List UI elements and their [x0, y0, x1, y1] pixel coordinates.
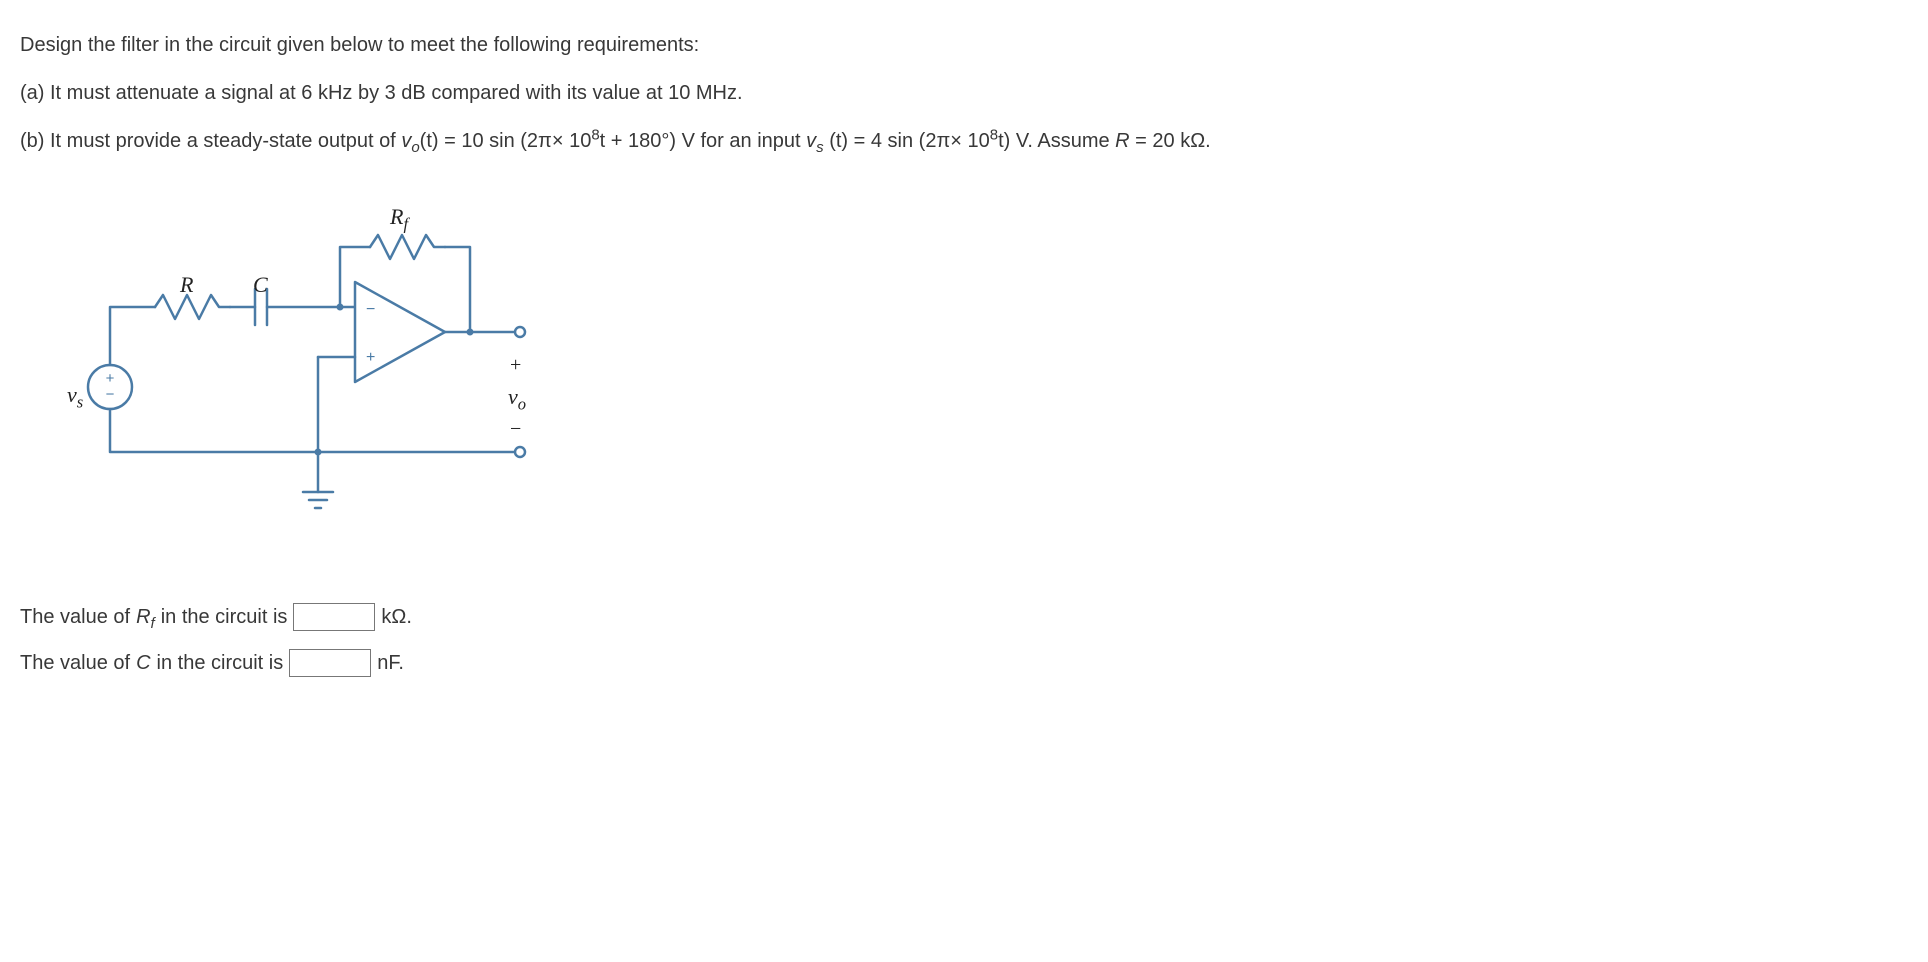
pb-rval: = 20 kΩ.: [1130, 130, 1211, 152]
label-out-plus: +: [510, 350, 521, 380]
c-pre: The value of: [20, 648, 130, 678]
pb-vo-arg: (t) = 10 sin (2π× 10: [420, 130, 592, 152]
part-b-text: (b) It must provide a steady-state outpu…: [20, 126, 1908, 156]
label-vs: vs: [67, 378, 83, 411]
pb-vo-sub: o: [411, 139, 419, 156]
rf-var-sub: f: [151, 615, 155, 632]
svg-text:−: −: [366, 301, 375, 318]
vs-sub: s: [77, 392, 83, 411]
svg-text:+: +: [106, 370, 115, 387]
rf-input[interactable]: [293, 603, 375, 631]
pb-sup1: 8: [591, 126, 599, 143]
pb-vs: v: [806, 130, 816, 152]
pb-vs-arg: (t) = 4 sin (2π× 10: [824, 130, 990, 152]
rf-var: Rf: [136, 602, 155, 632]
label-Rf: Rf: [390, 200, 408, 233]
svg-text:−: −: [106, 386, 115, 403]
intro-text: Design the filter in the circuit given b…: [20, 30, 1908, 60]
rf-var-r: R: [136, 606, 150, 628]
c-var: C: [136, 648, 150, 678]
pb-prefix: (b) It must provide a steady-state outpu…: [20, 130, 401, 152]
vo-char: v: [508, 384, 518, 409]
part-a-text: (a) It must attenuate a signal at 6 kHz …: [20, 78, 1908, 108]
rf-char: R: [390, 204, 403, 229]
vo-sub: o: [518, 394, 526, 413]
c-unit: nF.: [377, 648, 404, 678]
vs-char: v: [67, 382, 77, 407]
label-C: C: [253, 268, 268, 301]
pb-rvar: R: [1115, 130, 1129, 152]
c-input[interactable]: [289, 649, 371, 677]
pb-vo: v: [401, 130, 411, 152]
pb-sup2: 8: [990, 126, 998, 143]
pb-vs-sub: s: [816, 139, 824, 156]
circuit-diagram: + − − + Rf R C vs + vo −: [60, 192, 580, 552]
svg-text:+: +: [366, 349, 375, 366]
rf-unit: kΩ.: [381, 602, 412, 632]
label-vo: vo: [508, 380, 526, 413]
pb-after2: t) V. Assume: [998, 130, 1115, 152]
label-out-minus: −: [510, 414, 521, 444]
rf-post: in the circuit is: [161, 602, 288, 632]
circuit-svg: + − − +: [60, 192, 580, 552]
pb-after1: t + 180°) V for an input: [600, 130, 806, 152]
c-answer-row: The value of C in the circuit is nF.: [20, 648, 1908, 678]
label-R: R: [180, 268, 193, 301]
rf-answer-row: The value of Rf in the circuit is kΩ.: [20, 602, 1908, 632]
rf-pre: The value of: [20, 602, 130, 632]
rf-sub: f: [403, 214, 408, 233]
c-post: in the circuit is: [157, 648, 284, 678]
